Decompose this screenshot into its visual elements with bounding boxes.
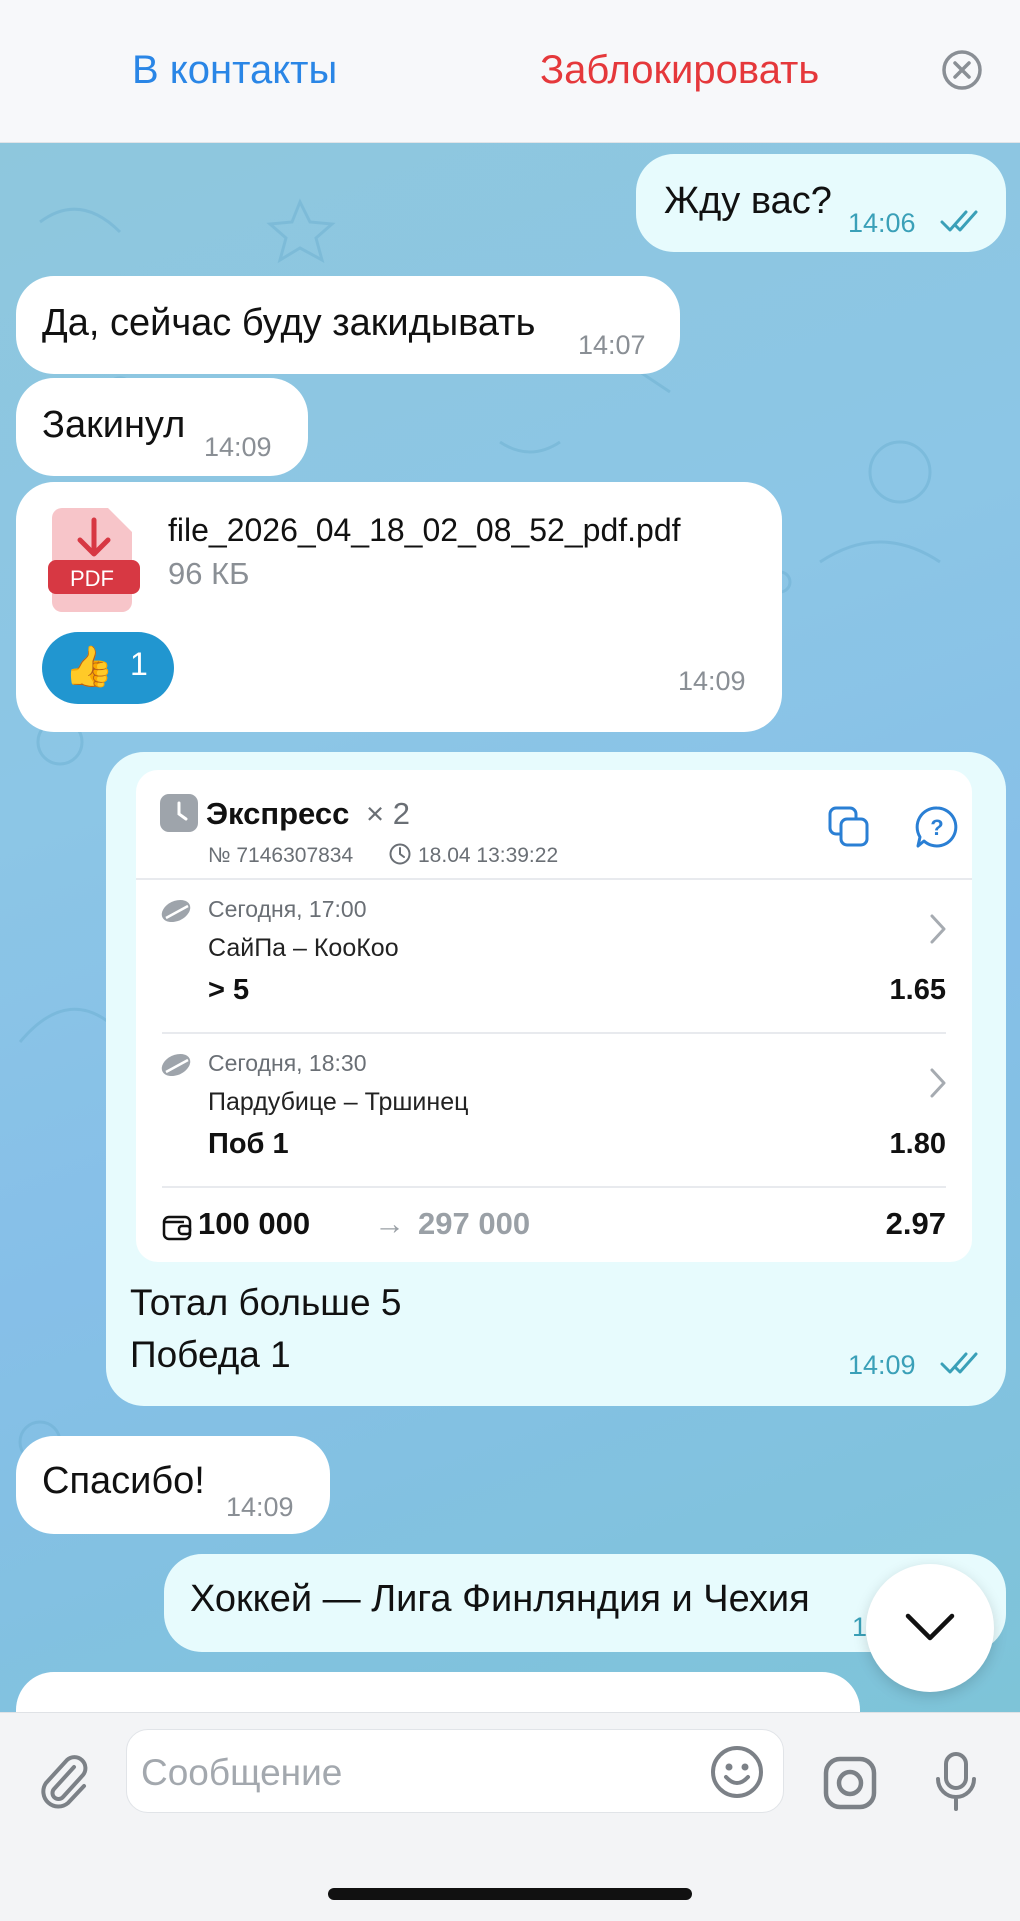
wallet-icon — [162, 1215, 192, 1241]
smiley-icon[interactable] — [709, 1744, 765, 1800]
arrow-right-icon: → — [374, 1206, 405, 1241]
message-composer: Сообщение — [0, 1712, 1020, 1921]
message-time: 14:09 — [204, 432, 272, 462]
paperclip-icon[interactable] — [38, 1753, 88, 1811]
bet-number: № 7146307834 — [208, 844, 354, 867]
file-size: 96 КБ — [168, 556, 250, 591]
hockey-puck-icon — [161, 1053, 191, 1077]
bet-datetime: 18.04 13:39:22 — [418, 844, 559, 867]
message-outgoing-bet[interactable]: Экспресс × 2 № 7146307834 18.04 13:39:22… — [106, 752, 1006, 1406]
message-time: 14:09 — [226, 1492, 294, 1522]
svg-text:?: ? — [930, 815, 943, 840]
bet-stake: 100 000 — [198, 1206, 311, 1241]
bet-leg[interactable]: Сегодня, 17:00 СайПа – КооКоо > 5 1.65 — [136, 880, 972, 1030]
chat-action-bar: В контакты Заблокировать — [0, 0, 1020, 143]
microphone-icon[interactable] — [934, 1751, 978, 1813]
message-time: 14:06 — [848, 208, 916, 238]
bet-payout: 297 000 — [418, 1206, 531, 1241]
bet-slip-card[interactable]: Экспресс × 2 № 7146307834 18.04 13:39:22… — [136, 770, 972, 1262]
chat-history[interactable]: Жду вас? 14:06 Да, сейчас буду закидыват… — [0, 142, 1020, 1712]
message-incoming-partial[interactable] — [16, 1672, 860, 1712]
chevron-down-icon — [905, 1613, 955, 1641]
copy-icon[interactable] — [826, 804, 872, 850]
leg-time: Сегодня, 18:30 — [208, 1050, 367, 1076]
message-input[interactable]: Сообщение — [126, 1729, 784, 1813]
add-to-contacts-button[interactable]: В контакты — [132, 48, 337, 93]
leg-time: Сегодня, 17:00 — [208, 896, 367, 922]
divider — [162, 1186, 946, 1188]
file-name[interactable]: file_2026_04_18_02_08_52_pdf.pdf — [168, 512, 681, 549]
message-time: 14:07 — [578, 330, 646, 360]
camera-icon[interactable] — [822, 1755, 878, 1811]
message-text: Закинул — [42, 404, 186, 446]
message-incoming[interactable]: Спасибо! 14:09 — [16, 1436, 330, 1534]
message-placeholder: Сообщение — [141, 1752, 343, 1793]
message-text: Спасибо! — [42, 1460, 205, 1502]
block-user-button[interactable]: Заблокировать — [540, 48, 819, 93]
leg-pick: Поб 1 — [208, 1128, 289, 1160]
bet-total-odds: 2.97 — [885, 1206, 946, 1241]
message-text: Хоккей — Лига Финляндия и Чехия — [190, 1578, 810, 1620]
close-icon[interactable] — [940, 48, 984, 92]
chevron-right-icon[interactable] — [928, 1066, 948, 1100]
read-checkmarks-icon — [940, 210, 978, 232]
home-indicator — [328, 1888, 692, 1900]
bet-type: Экспресс — [206, 796, 350, 831]
message-text-line: Победа 1 — [130, 1334, 291, 1375]
hockey-puck-icon — [161, 899, 191, 923]
leg-match: Пардубице – Тршинец — [208, 1088, 469, 1116]
thumbs-up-icon: 👍 — [64, 645, 114, 689]
message-time: 14:09 — [848, 1350, 916, 1380]
message-outgoing[interactable]: Жду вас? 14:06 — [636, 154, 1006, 252]
message-text: Жду вас? — [664, 180, 832, 222]
clock-icon — [389, 843, 411, 865]
pdf-label: PDF — [70, 566, 114, 591]
leg-odds: 1.65 — [889, 974, 946, 1006]
message-file[interactable]: PDF file_2026_04_18_02_08_52_pdf.pdf 96 … — [16, 482, 782, 732]
help-question-icon[interactable]: ? — [914, 804, 960, 850]
scroll-to-bottom-button[interactable] — [866, 1564, 994, 1692]
clock-badge-icon — [160, 794, 198, 832]
chevron-right-icon[interactable] — [928, 912, 948, 946]
message-time: 14:09 — [678, 666, 746, 696]
leg-match: СайПа – КооКоо — [208, 934, 399, 962]
bet-leg[interactable]: Сегодня, 18:30 Пардубице – Тршинец Поб 1… — [136, 1034, 972, 1184]
leg-odds: 1.80 — [889, 1128, 946, 1160]
reaction-count: 1 — [130, 646, 148, 682]
reaction-chip[interactable]: 👍 1 — [42, 632, 174, 704]
bet-multiplier: × 2 — [366, 796, 410, 831]
pdf-download-icon[interactable] — [48, 508, 140, 612]
message-text: Да, сейчас буду закидывать — [42, 302, 536, 344]
read-checkmarks-icon — [940, 1352, 978, 1374]
message-text-line: Тотал больше 5 — [130, 1282, 402, 1323]
message-incoming[interactable]: Закинул 14:09 — [16, 378, 308, 476]
leg-pick: > 5 — [208, 974, 250, 1006]
message-time: 1 — [852, 1612, 868, 1642]
message-incoming[interactable]: Да, сейчас буду закидывать 14:07 — [16, 276, 680, 374]
